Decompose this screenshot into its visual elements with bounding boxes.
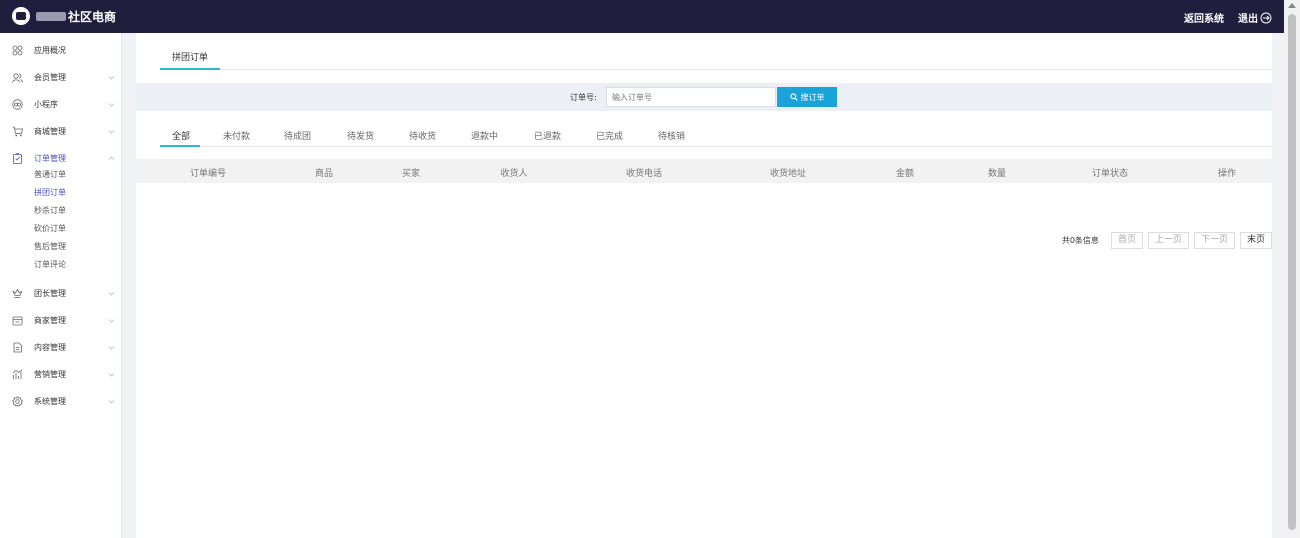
submenu-item-after-sales[interactable]: 售后管理 (0, 238, 121, 256)
pagination: 共0条信息 首页 上一页 下一页 末页 (1062, 232, 1272, 249)
sidebar-item-label: 营销管理 (34, 370, 66, 379)
document-icon (12, 342, 23, 353)
sidebar-item-label: 内容管理 (34, 343, 66, 352)
column-header: 收货电话 (625, 169, 663, 179)
chevron-down-icon (108, 292, 115, 296)
column-header: 金额 (895, 169, 915, 179)
sidebar-item-miniapp[interactable]: 小程序 (0, 91, 121, 118)
users-icon (12, 72, 23, 83)
app-logo[interactable]: 社区电商 (12, 7, 116, 25)
sidebar-item-mall[interactable]: 商城管理 (0, 118, 121, 145)
sidebar-item-label: 会员管理 (34, 73, 66, 82)
logo-icon (12, 7, 30, 25)
column-header: 商品 (314, 169, 334, 179)
page-tabs: 拼团订单 (160, 33, 1272, 70)
next-page-button[interactable]: 下一页 (1193, 232, 1235, 249)
column-header: 收货人 (500, 169, 528, 179)
column-header: 操作 (1217, 169, 1237, 179)
grid-icon (12, 45, 23, 56)
store-icon (12, 315, 23, 326)
chevron-down-icon (108, 130, 115, 134)
sidebar-item-label: 商家管理 (34, 316, 66, 325)
column-header: 买家 (401, 169, 421, 179)
logo-redacted (36, 11, 66, 21)
chevron-down-icon (108, 346, 115, 350)
logout-icon (1260, 12, 1272, 23)
order-submenu: 普通订单 拼团订单 秒杀订单 砍价订单 售后管理 订单评论 (0, 166, 121, 274)
sidebar-item-label: 订单管理 (34, 154, 66, 163)
submenu-item-order-reviews[interactable]: 订单评论 (0, 256, 121, 274)
sidebar-item-marketing[interactable]: 营销管理 (0, 361, 121, 388)
sidebar-item-leaders[interactable]: 团长管理 (0, 280, 121, 307)
status-tab-pending-verify[interactable]: 待核销 (658, 129, 685, 142)
sidebar-item-label: 小程序 (34, 100, 58, 109)
app-title: 社区电商 (68, 9, 117, 24)
first-page-button[interactable]: 首页 (1110, 232, 1143, 249)
status-tabs: 全部 未付款 待成团 待发货 待收货 退款中 已退款 已完成 待核销 (160, 123, 1272, 147)
status-tab-pending-group[interactable]: 待成团 (284, 129, 311, 142)
sidebar-item-members[interactable]: 会员管理 (0, 64, 121, 91)
chevron-down-icon (108, 103, 115, 107)
page-scrollbar[interactable] (1284, 0, 1300, 538)
column-header: 数量 (987, 169, 1007, 179)
sidebar-item-label: 系统管理 (34, 397, 66, 406)
search-button-label: 搜订单 (800, 92, 825, 102)
sidebar-item-orders[interactable]: 订单管理 (0, 145, 121, 172)
sidebar-item-app-overview[interactable]: 应用概况 (0, 37, 121, 64)
order-number-input[interactable] (606, 87, 776, 107)
scroll-up-arrow[interactable] (1288, 3, 1296, 8)
status-tab-refunding[interactable]: 退款中 (471, 129, 498, 142)
column-header: 订单编号 (189, 169, 227, 179)
chart-icon (12, 369, 23, 380)
submenu-item-group-orders[interactable]: 拼团订单 (0, 184, 121, 202)
prev-page-button[interactable]: 上一页 (1147, 232, 1189, 249)
sidebar-item-content[interactable]: 内容管理 (0, 334, 121, 361)
chevron-down-icon (108, 400, 115, 404)
sidebar: 应用概况 会员管理 小程序 商城管理 订单管理 普通订单 拼团订单 秒杀订单 砍… (0, 33, 122, 538)
order-icon (12, 153, 23, 164)
scroll-thumb[interactable] (1288, 14, 1296, 530)
sidebar-item-merchants[interactable]: 商家管理 (0, 307, 121, 334)
chevron-down-icon (108, 76, 115, 80)
column-header: 收货地址 (769, 169, 807, 179)
chevron-down-icon (108, 319, 115, 323)
sidebar-item-system[interactable]: 系统管理 (0, 388, 121, 415)
main-content: 拼团订单 订单号: 搜订单 全部 未付款 待成团 待发货 待收货 退款中 已退款… (136, 33, 1272, 538)
logout-label: 退出 (1238, 14, 1258, 25)
sidebar-item-label: 商城管理 (34, 127, 66, 136)
order-number-label: 订单号: (570, 93, 597, 102)
miniapp-icon (12, 99, 23, 110)
chevron-down-icon (108, 373, 115, 377)
search-icon (789, 93, 798, 101)
tab-group-orders[interactable]: 拼团订单 (160, 50, 221, 70)
back-to-system-link[interactable]: 返回系统 (1184, 10, 1224, 25)
last-page-button[interactable]: 末页 (1239, 232, 1272, 249)
status-tab-all[interactable]: 全部 (172, 129, 190, 142)
cart-icon (12, 126, 23, 137)
status-tab-refunded[interactable]: 已退款 (534, 129, 561, 142)
logout-button[interactable]: 退出 (1238, 10, 1272, 25)
sidebar-item-label: 团长管理 (34, 289, 66, 298)
sidebar-item-label: 应用概况 (34, 46, 66, 55)
search-orders-button[interactable]: 搜订单 (777, 87, 837, 107)
total-records: 共0条信息 (1061, 236, 1099, 245)
crown-icon (12, 288, 23, 299)
active-tab-indicator (160, 145, 200, 147)
submenu-item-bargain-orders[interactable]: 砍价订单 (0, 220, 121, 238)
chevron-up-icon (108, 156, 115, 160)
column-header: 订单状态 (1091, 169, 1129, 179)
status-tab-pending-ship[interactable]: 待发货 (347, 129, 374, 142)
order-table-header: 订单编号 商品 买家 收货人 收货电话 收货地址 金额 数量 订单状态 操作 (136, 159, 1272, 183)
status-tab-unpaid[interactable]: 未付款 (223, 129, 250, 142)
settings-icon (12, 396, 23, 407)
top-bar: 社区电商 返回系统 退出 (0, 0, 1284, 33)
submenu-item-flash-orders[interactable]: 秒杀订单 (0, 202, 121, 220)
status-tab-pending-receive[interactable]: 待收货 (409, 129, 436, 142)
search-bar: 订单号: 搜订单 (136, 83, 1272, 111)
status-tab-completed[interactable]: 已完成 (596, 129, 623, 142)
